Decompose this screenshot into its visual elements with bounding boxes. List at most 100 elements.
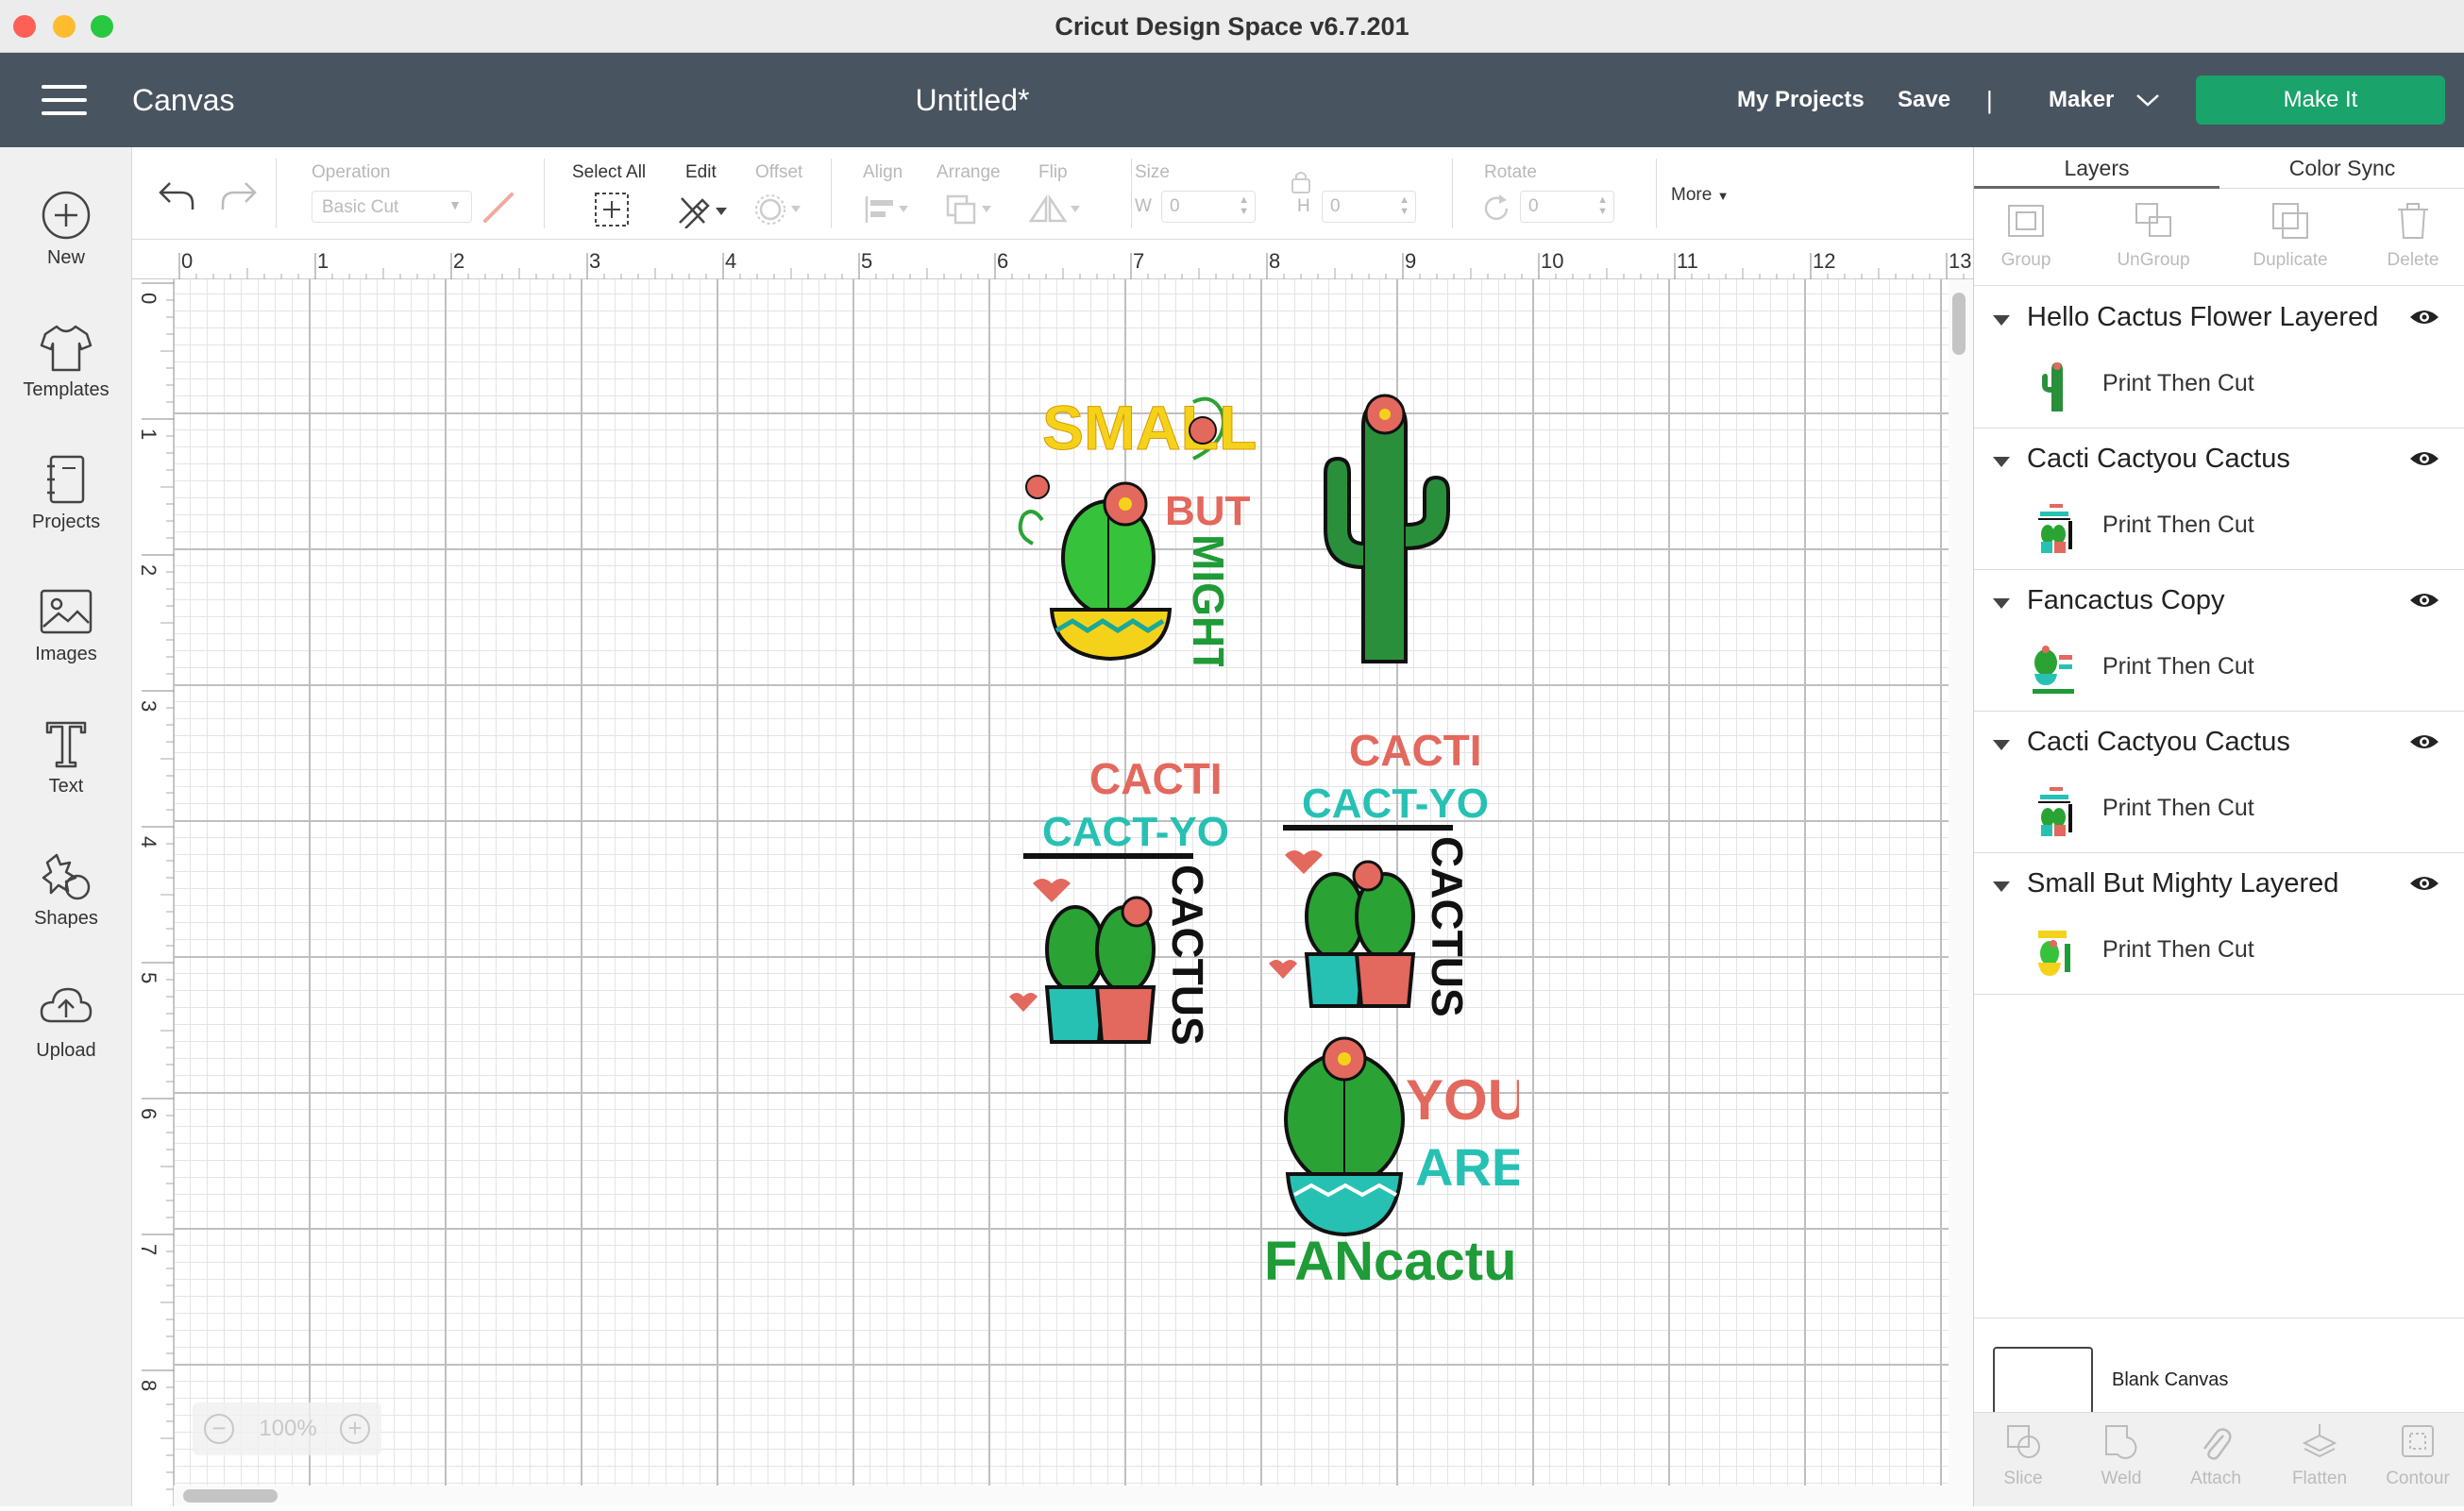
collapse-caret-icon[interactable] <box>1993 315 2010 326</box>
layer-group[interactable]: Hello Cactus Flower Layered Print Then C… <box>1974 287 2464 428</box>
layer-operation: Print Then Cut <box>2102 936 2254 963</box>
delete-button[interactable]: Delete <box>2361 194 2464 285</box>
duplicate-icon <box>2272 203 2308 239</box>
layer-group[interactable]: Cacti Cactyou Cactus Print Then Cut <box>1974 428 2464 570</box>
eye-icon[interactable] <box>2408 872 2440 895</box>
are-text: ARE <box>1415 1137 1519 1197</box>
eye-icon[interactable] <box>2408 447 2440 470</box>
make-it-button[interactable]: Make It <box>2196 76 2445 125</box>
eye-icon[interactable] <box>2408 306 2440 328</box>
rotate-input[interactable]: 0 ▲ ▼ <box>1520 191 1614 223</box>
layer-name: Small But Mighty Layered <box>2027 868 2339 898</box>
ruler-label: 7 <box>137 1244 160 1255</box>
redo-icon[interactable] <box>217 177 259 215</box>
width-input[interactable]: 0 ▲ ▼ <box>1161 191 1256 223</box>
align-label: Align <box>863 162 903 182</box>
document-title[interactable]: Untitled* <box>906 53 1038 147</box>
duplicate-button[interactable]: Duplicate <box>2229 194 2352 285</box>
weld-button[interactable]: Weld <box>2074 1422 2169 1489</box>
height-input[interactable]: 0 ▲ ▼ <box>1322 191 1416 223</box>
sidebar-item-images[interactable]: Images <box>0 572 132 695</box>
eye-icon[interactable] <box>2408 730 2440 753</box>
chevron-down-icon[interactable] <box>2135 92 2160 108</box>
offset-icon <box>755 194 801 225</box>
sidebar-item-text[interactable]: Text <box>0 704 132 827</box>
notebook-icon <box>47 455 85 504</box>
sidebar-item-projects[interactable]: Projects <box>0 440 132 562</box>
machine-selector[interactable]: Maker <box>2049 53 2114 147</box>
ungroup-button[interactable]: UnGroup <box>2087 194 2219 285</box>
ruler-label: 6 <box>137 1108 160 1119</box>
vertical-scroll-thumb[interactable] <box>1952 293 1966 355</box>
collapse-caret-icon[interactable] <box>1993 457 2010 467</box>
collapse-caret-icon[interactable] <box>1993 598 2010 609</box>
my-projects-link[interactable]: My Projects <box>1737 53 1865 147</box>
ungroup-icon <box>2135 203 2171 237</box>
caret-down-icon: ▼ <box>1716 189 1730 203</box>
hamburger-menu-button[interactable] <box>42 85 87 115</box>
operation-color-swatch-icon[interactable] <box>481 191 515 225</box>
toolbar-divider <box>544 159 545 228</box>
sidebar-item-upload[interactable]: Upload <box>0 968 132 1091</box>
attach-button[interactable]: Attach <box>2169 1422 2263 1489</box>
weld-label: Weld <box>2101 1469 2142 1488</box>
save-button[interactable]: Save <box>1898 53 1950 147</box>
cacti-cactyou-cactus-design-2[interactable]: CACTI CACT-YOU CACTUS <box>1264 714 1491 1016</box>
lock-icon[interactable] <box>1290 168 1312 194</box>
layer-group[interactable]: Cacti Cactyou Cactus Print Then Cut <box>1974 712 2464 853</box>
left-ruler: 0 1 2 3 4 5 6 7 8 <box>132 279 174 1506</box>
more-menu-button[interactable]: More ▼ <box>1671 185 1729 206</box>
ruler-label: 3 <box>589 249 600 273</box>
blank-canvas-label: Blank Canvas <box>2112 1369 2229 1390</box>
arrange-label: Arrange <box>937 162 1001 182</box>
horizontal-scroll-thumb[interactable] <box>183 1489 278 1503</box>
select-all-label: Select All <box>572 162 647 182</box>
vertical-scrollbar[interactable] <box>1949 279 1973 1506</box>
zoom-out-button[interactable]: − <box>204 1414 234 1444</box>
tab-layers[interactable]: Layers <box>1974 147 2219 189</box>
operation-value: Basic Cut <box>322 197 399 217</box>
blank-canvas-swatch[interactable] <box>1993 1347 2093 1415</box>
collapse-caret-icon[interactable] <box>1993 881 2010 892</box>
stepper-icon[interactable]: ▲ ▼ <box>1399 194 1409 217</box>
horizontal-scrollbar[interactable] <box>174 1486 1949 1506</box>
attach-label: Attach <box>2190 1469 2241 1488</box>
cacti-cactyou-cactus-design-1[interactable]: CACTI CACT-YOU CACTUS <box>1004 742 1231 1044</box>
align-icon <box>865 196 908 223</box>
contour-button[interactable]: Contour <box>2371 1422 2464 1489</box>
slice-button[interactable]: Slice <box>1976 1422 2070 1489</box>
layer-group[interactable]: Fancactus Copy Print Then Cut <box>1974 570 2464 712</box>
paperclip-icon <box>2203 1428 2232 1460</box>
plus-circle-icon <box>42 191 91 240</box>
undo-icon[interactable] <box>157 177 198 215</box>
toolbar-divider <box>1452 159 1453 228</box>
collapse-caret-icon[interactable] <box>1993 740 2010 750</box>
group-button[interactable]: Group <box>1974 194 2078 285</box>
rotate-label: Rotate <box>1484 162 1537 182</box>
eye-icon[interactable] <box>2408 589 2440 612</box>
sidebar-label-upload: Upload <box>36 1040 96 1061</box>
layer-operation: Print Then Cut <box>2102 653 2254 680</box>
you-text: YOU <box>1406 1068 1519 1132</box>
edit-tools-icon[interactable] <box>676 191 729 228</box>
layer-group[interactable]: Small But Mighty Layered Print Then Cut <box>1974 853 2464 995</box>
stepper-icon[interactable]: ▲ ▼ <box>1597 194 1608 217</box>
select-all-icon[interactable] <box>593 191 631 228</box>
ruler-label: 5 <box>137 972 160 983</box>
flatten-button[interactable]: Flatten <box>2263 1422 2376 1489</box>
sidebar-item-templates[interactable]: Templates <box>0 308 132 430</box>
operation-select[interactable]: Basic Cut ▼ <box>312 191 472 223</box>
zoom-in-button[interactable]: + <box>340 1414 370 1444</box>
small-text: SMALL <box>1042 393 1257 462</box>
design-canvas[interactable]: SMALL BUT MIGHTY CACTI CACT-YOU CACTUS C… <box>174 279 1949 1486</box>
tab-color-sync[interactable]: Color Sync <box>2219 147 2464 189</box>
small-but-mighty-design[interactable]: SMALL BUT MIGHTY <box>1004 383 1259 666</box>
ruler-label: 8 <box>1269 249 1280 273</box>
sidebar-item-shapes[interactable]: Shapes <box>0 836 132 959</box>
slice-label: Slice <box>2003 1469 2043 1488</box>
stepper-icon[interactable]: ▲ ▼ <box>1239 194 1249 217</box>
flatten-label: Flatten <box>2291 1469 2348 1488</box>
sidebar-item-new[interactable]: New <box>0 176 132 298</box>
saguaro-cactus-design[interactable] <box>1311 388 1462 671</box>
you-are-fancactus-design[interactable]: YOU ARE FANcactus <box>1264 1025 1519 1308</box>
